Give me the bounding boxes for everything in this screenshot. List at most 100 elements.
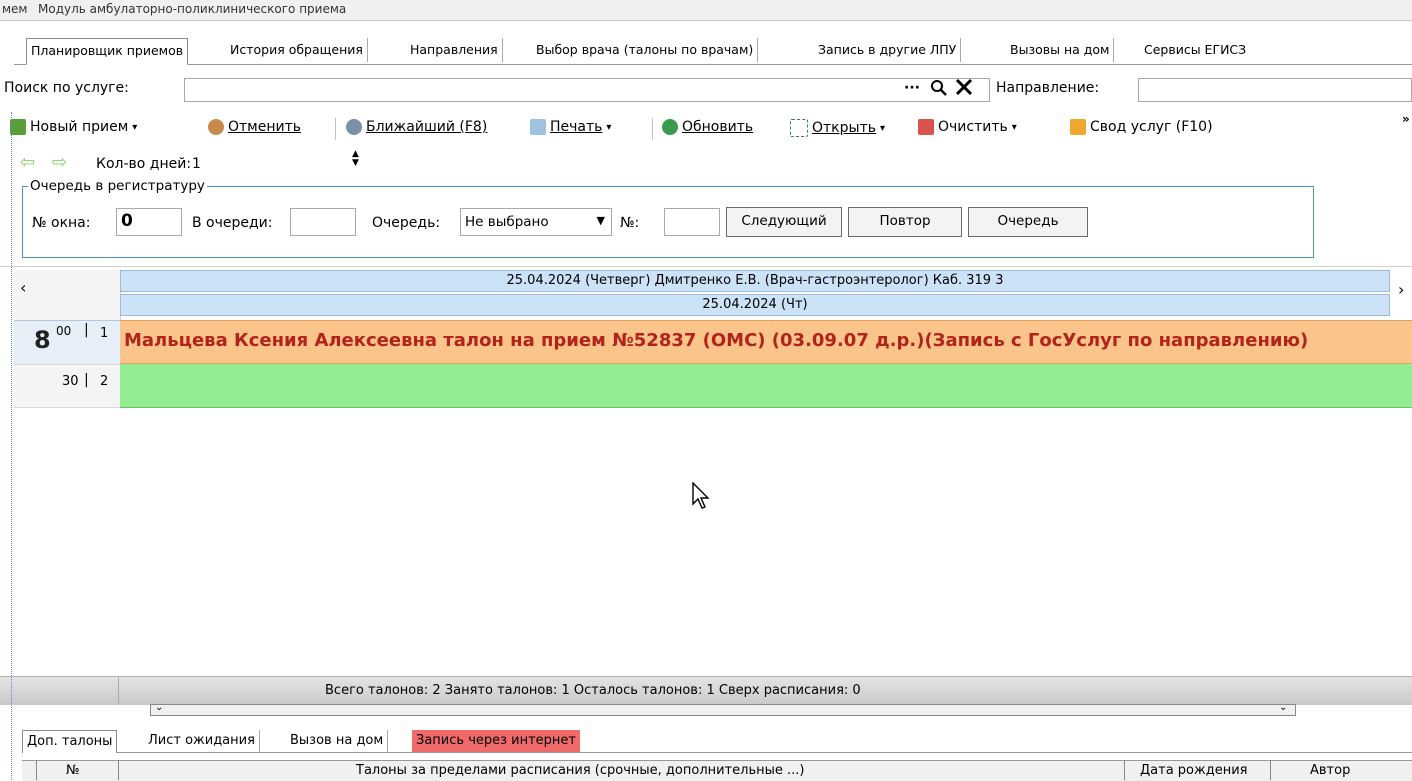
queue-number-label: №: (620, 215, 640, 231)
prev-day-icon[interactable]: ⇦ (20, 152, 35, 173)
chevron-down-icon[interactable]: ⌄ (1279, 702, 1287, 713)
slot-separator: | (84, 322, 89, 338)
grid-divider (1124, 760, 1125, 780)
search-label: Поиск по услуге: (4, 80, 129, 96)
col-number[interactable]: № (66, 763, 80, 778)
scroll-left-icon[interactable]: ‹ (20, 278, 26, 297)
queue-label: Очередь: (372, 215, 441, 231)
grid-divider (118, 760, 119, 780)
nearest-icon (346, 119, 362, 135)
slot-number: 2 (100, 374, 109, 389)
queue-select-value: Не выбрано (465, 214, 549, 230)
slot-row-free[interactable] (120, 364, 1412, 408)
toolbar-divider (652, 118, 653, 140)
tab-extra-tickets[interactable]: Доп. талоны (22, 730, 118, 753)
dropdown-arrow-icon: ▾ (879, 122, 886, 134)
in-queue-input[interactable] (290, 208, 356, 236)
clear-label: Очистить (938, 119, 1008, 135)
doctor-header: 25.04.2024 (Четверг) Дмитренко Е.В. (Вра… (120, 270, 1390, 292)
refresh-label: Обновить (682, 119, 754, 135)
tab-history[interactable]: История обращения (226, 38, 368, 62)
new-visit-icon (10, 119, 26, 135)
queue-button[interactable]: Очередь (968, 207, 1088, 237)
open-button[interactable]: Открыть ▾ (790, 119, 885, 137)
clear-icon (918, 119, 934, 135)
date-header: 25.04.2024 (Чт) (120, 294, 1390, 316)
dropdown-arrow-icon: ▾ (1011, 121, 1017, 133)
print-label: Печать (550, 119, 603, 135)
queue-select[interactable]: Не выбрано ▼ (460, 208, 612, 236)
days-label: Кол-во дней: (96, 156, 192, 172)
tab-home-visits[interactable]: Вызовы на дом (1006, 38, 1115, 62)
repeat-button[interactable]: Повтор (848, 207, 962, 237)
in-queue-label: В очереди: (192, 215, 273, 231)
chevron-down-icon[interactable]: ⌄ (155, 702, 163, 713)
refresh-button[interactable]: Обновить (662, 119, 753, 135)
services-icon (1070, 119, 1086, 135)
print-button[interactable]: Печать ▾ (530, 119, 611, 135)
tab-internet-booking[interactable]: Запись через интернет (412, 730, 581, 752)
window-number-input[interactable]: 0 (116, 208, 182, 236)
open-icon (790, 119, 808, 137)
grid-divider (36, 760, 37, 780)
days-value[interactable]: 1 (192, 156, 201, 172)
slot-minutes: 00 (56, 324, 72, 338)
main-tabbar: Планировщик приемов История обращения На… (14, 38, 1412, 65)
status-text: Всего талонов: 2 Занято талонов: 1 Остал… (325, 683, 861, 698)
grid-divider (1270, 760, 1271, 780)
tab-doctor-choice[interactable]: Выбор врача (талоны по врачам) (532, 38, 759, 62)
tab-egisz[interactable]: Сервисы ЕГИСЗ (1140, 38, 1250, 62)
nearest-button[interactable]: Ближайший (F8) (346, 119, 487, 135)
next-day-icon[interactable]: ⇨ (52, 152, 67, 173)
dropdown-arrow-icon: ▾ (606, 121, 612, 133)
window-number-label: № окна: (32, 215, 91, 231)
dropdown-arrow-icon: ▾ (132, 121, 138, 133)
new-visit-button[interactable]: Новый прием ▾ (10, 119, 137, 135)
direction-label: Направление: (996, 80, 1100, 96)
slot-number: 1 (100, 326, 109, 341)
col-birth-date[interactable]: Дата рождения (1140, 763, 1247, 778)
clear-button[interactable]: Очистить ▾ (918, 119, 1017, 135)
days-spinner-icon[interactable]: ▲ ▼ (352, 150, 359, 168)
services-label: Свод услуг (F10) (1090, 119, 1213, 135)
services-button[interactable]: Свод услуг (F10) (1070, 119, 1213, 135)
queue-group-title: Очередь в регистратуру (28, 178, 207, 194)
next-button[interactable]: Следующий (726, 207, 842, 237)
schedule-top-border (0, 266, 1412, 267)
bottom-tabbar-line (22, 752, 1412, 753)
horizontal-scrollbar[interactable]: ⌄ ⌄ (150, 702, 1296, 716)
mouse-cursor-icon (692, 481, 710, 514)
tab-home-call[interactable]: Вызов на дом (286, 730, 389, 752)
direction-input[interactable] (1138, 78, 1412, 102)
col-tickets[interactable]: Талоны за пределами расписания (срочные,… (356, 763, 805, 778)
status-bar: Всего талонов: 2 Занято талонов: 1 Остал… (0, 676, 1412, 705)
open-label: Открыть (812, 120, 876, 136)
slot-minutes: 30 (62, 374, 79, 389)
toolbar: Новый прием ▾ Отменить Ближайший (F8) Печ… (0, 110, 1412, 150)
ellipsis-button[interactable]: ··· (904, 80, 920, 96)
left-panel-border (11, 112, 12, 780)
cancel-icon (208, 119, 224, 135)
tab-planner[interactable]: Планировщик приемов (26, 38, 189, 65)
tab-other-lpu[interactable]: Запись в другие ЛПУ (814, 38, 962, 62)
col-author[interactable]: Автор (1310, 763, 1350, 778)
scroll-right-icon[interactable]: › (1398, 280, 1404, 299)
close-icon[interactable] (954, 77, 974, 101)
hour-label: 8 (34, 326, 51, 354)
refresh-icon (662, 119, 678, 135)
new-visit-label: Новый прием (30, 119, 129, 135)
overflow-chevron-icon[interactable]: » (1402, 112, 1410, 126)
tab-directions[interactable]: Направления (406, 38, 503, 62)
slot-row-booked[interactable]: Мальцева Ксения Алексеевна талон на прие… (120, 320, 1412, 364)
status-divider (118, 677, 119, 705)
toolbar-divider (335, 118, 336, 140)
tab-waiting-list[interactable]: Лист ожидания (144, 730, 260, 752)
search-icon[interactable] (930, 78, 948, 102)
search-input[interactable] (184, 78, 990, 102)
slot-patient-text: Мальцева Ксения Алексеевна талон на прие… (124, 330, 1309, 351)
cancel-label: Отменить (228, 119, 302, 135)
nearest-label: Ближайший (F8) (366, 119, 488, 135)
window-title-left: мем (2, 2, 28, 16)
cancel-button[interactable]: Отменить (208, 119, 301, 135)
queue-number-input[interactable] (664, 208, 720, 236)
